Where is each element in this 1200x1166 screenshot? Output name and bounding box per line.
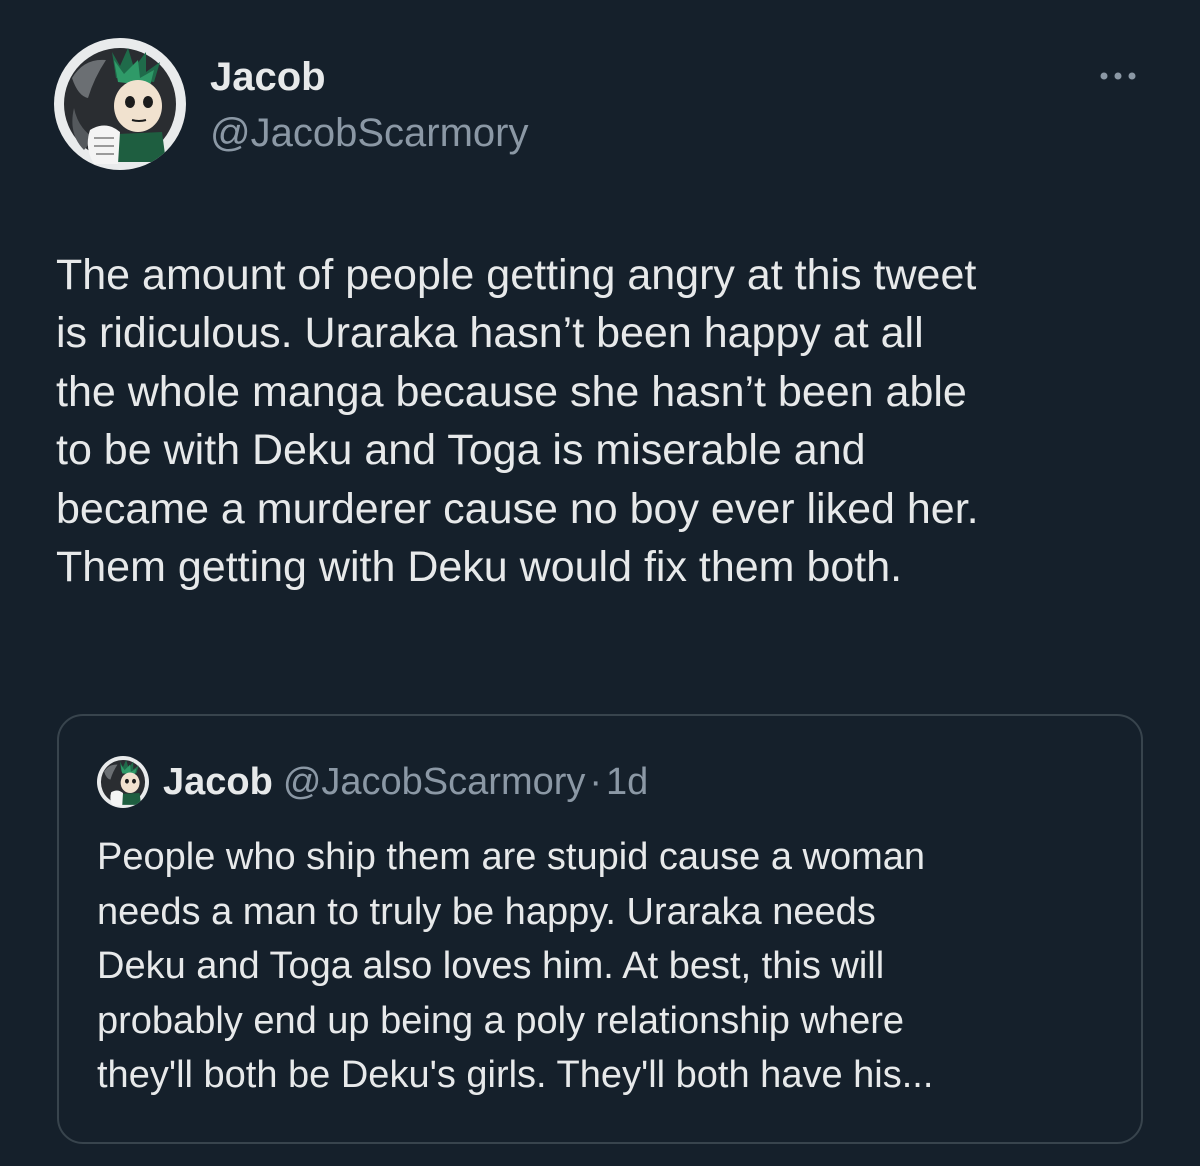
more-options-button[interactable] [1092, 58, 1144, 94]
quoted-tweet-text: People who ship them are stupid cause a … [97, 836, 934, 1096]
quoted-author-avatar[interactable] [97, 756, 149, 808]
quoted-tweet-header: Jacob @JacobScarmory · 1d [163, 758, 648, 806]
more-options-icon [1100, 72, 1136, 80]
quoted-author-display-name[interactable]: Jacob [163, 761, 273, 803]
author-display-name[interactable]: Jacob [210, 54, 326, 100]
quoted-timestamp[interactable]: 1d [606, 761, 648, 803]
author-handle[interactable]: @JacobScarmory [210, 110, 528, 156]
avatar-image-icon [54, 38, 186, 170]
avatar-image-icon [97, 756, 149, 808]
tweet-text: The amount of people getting angry at th… [56, 251, 979, 592]
author-avatar[interactable] [54, 38, 186, 170]
quoted-tweet-card[interactable]: Jacob @JacobScarmory · 1d People who ship t… [57, 714, 1143, 1144]
quoted-separator: · [589, 761, 603, 803]
quoted-author-handle[interactable]: @JacobScarmory [283, 761, 586, 803]
tweet[interactable]: Jacob @JacobScarmory The amount of peopl… [0, 0, 1200, 1166]
